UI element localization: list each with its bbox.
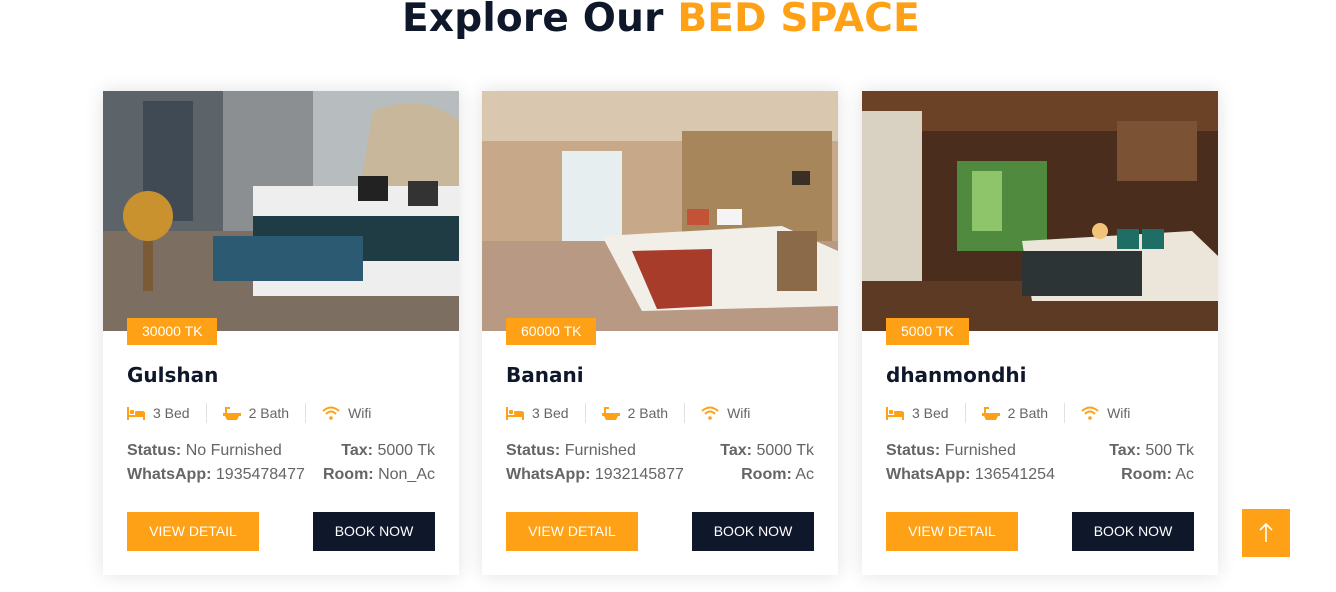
price-badge: 5000 TK [886,318,969,345]
wifi-label: Wifi [727,405,751,421]
info-row: Status: No Furnished Tax: 5000 Tk [127,442,435,460]
wifi-icon [322,406,340,420]
book-now-button[interactable]: BOOK NOW [313,512,435,551]
room-photo[interactable] [103,91,459,331]
status-value: Furnished [944,442,1016,459]
bath-icon [222,407,241,420]
wifi-icon [701,406,719,420]
status-label: Status: [506,442,561,459]
room-card-gulshan: 30000 TK Gulshan 3 Bed 2 Bath Wifi Statu… [103,91,459,575]
whatsapp-value: 1932145877 [594,466,684,483]
bed-icon [886,407,904,420]
room-photo[interactable] [862,91,1218,331]
room-card-banani: 60000 TK Banani 3 Bed 2 Bath Wifi Status… [482,91,838,575]
feature-baths: 2 Bath [601,405,669,421]
info-row: WhatsApp: 1932145877 Room: Ac [506,466,814,484]
room-photo[interactable] [482,91,838,331]
back-to-top-button[interactable] [1242,509,1290,557]
whatsapp-label: WhatsApp: [886,466,971,483]
feature-beds: 3 Bed [506,405,569,421]
room-features: 3 Bed 2 Bath Wifi [506,403,750,423]
price-badge: 30000 TK [127,318,218,345]
arrow-up-icon [1259,523,1273,542]
view-detail-button[interactable]: VIEW DETAIL [127,512,259,551]
bath-icon [981,407,1000,420]
view-detail-button[interactable]: VIEW DETAIL [506,512,638,551]
book-now-button[interactable]: BOOK NOW [692,512,814,551]
wifi-label: Wifi [1107,405,1131,421]
status-value: No Furnished [185,442,282,459]
room-value: Non_Ac [378,466,435,483]
divider [964,403,966,423]
info-row: WhatsApp: 1935478477 Room: Non_Ac [127,466,435,484]
room-label: Room: [1121,466,1172,483]
beds-label: 3 Bed [912,405,949,421]
info-row: Status: Furnished Tax: 5000 Tk [506,442,814,460]
status-value: Furnished [564,442,636,459]
feature-beds: 3 Bed [127,405,190,421]
info-row: Status: Furnished Tax: 500 Tk [886,442,1194,460]
heading-prefix: Explore Our [402,0,664,41]
room-title: dhanmondhi [886,363,1027,387]
baths-label: 2 Bath [627,405,669,421]
price-badge: 60000 TK [506,318,597,345]
tax-label: Tax: [341,442,374,459]
status-label: Status: [886,442,941,459]
book-now-button[interactable]: BOOK NOW [1072,512,1194,551]
baths-label: 2 Bath [248,405,290,421]
divider [205,403,207,423]
wifi-label: Wifi [348,405,372,421]
whatsapp-value: 136541254 [974,466,1055,483]
room-card-dhanmondhi: 5000 TK dhanmondhi 3 Bed 2 Bath Wifi Sta… [862,91,1218,575]
heading-accent: BED SPACE [677,0,920,41]
room-value: Ac [795,466,814,483]
info-row: WhatsApp: 136541254 Room: Ac [886,466,1194,484]
status-label: Status: [127,442,182,459]
tax-value: 5000 Tk [756,442,814,459]
baths-label: 2 Bath [1007,405,1049,421]
room-features: 3 Bed 2 Bath Wifi [127,403,371,423]
room-value: Ac [1175,466,1194,483]
beds-label: 3 Bed [532,405,569,421]
feature-baths: 2 Bath [981,405,1049,421]
feature-beds: 3 Bed [886,405,949,421]
divider [1064,403,1066,423]
tax-value: 500 Tk [1145,442,1194,459]
beds-label: 3 Bed [153,405,190,421]
section-heading: Explore Our BED SPACE [0,0,1322,41]
room-label: Room: [741,466,792,483]
tax-value: 5000 Tk [377,442,435,459]
feature-baths: 2 Bath [222,405,290,421]
divider [584,403,586,423]
feature-wifi: Wifi [322,405,371,421]
feature-wifi: Wifi [701,405,750,421]
divider [684,403,686,423]
divider [305,403,307,423]
feature-wifi: Wifi [1081,405,1130,421]
wifi-icon [1081,406,1099,420]
tax-label: Tax: [720,442,753,459]
whatsapp-label: WhatsApp: [506,466,591,483]
room-title: Banani [506,363,584,387]
bed-icon [506,407,524,420]
bed-icon [127,407,145,420]
view-detail-button[interactable]: VIEW DETAIL [886,512,1018,551]
room-features: 3 Bed 2 Bath Wifi [886,403,1130,423]
room-label: Room: [322,466,374,483]
whatsapp-value: 1935478477 [215,466,305,483]
whatsapp-label: WhatsApp: [127,466,212,483]
bath-icon [601,407,620,420]
tax-label: Tax: [1109,442,1141,459]
room-title: Gulshan [127,363,219,387]
